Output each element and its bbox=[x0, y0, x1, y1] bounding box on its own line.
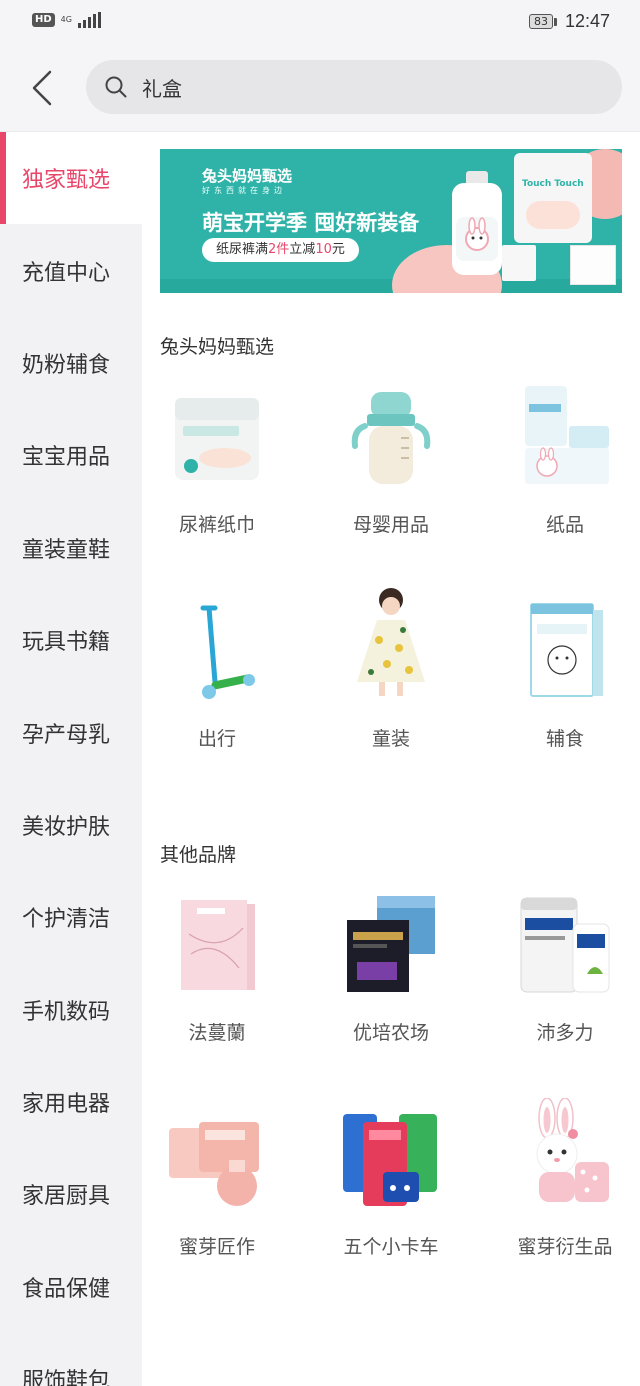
grid-item-paper[interactable]: 纸品 bbox=[490, 386, 640, 566]
clock: 12:47 bbox=[564, 11, 610, 31]
search-header: 礼盒 bbox=[0, 44, 640, 132]
chevron-left-icon bbox=[32, 70, 52, 106]
sidebar-item-toys-books[interactable]: 玩具书籍 bbox=[0, 594, 142, 686]
milk-can-icon bbox=[520, 897, 610, 993]
grid-item-travel[interactable]: 出行 bbox=[142, 600, 292, 780]
grid-item-baby-food[interactable]: 辅食 bbox=[490, 600, 640, 780]
grid-item-diapers[interactable]: 尿裤纸巾 bbox=[142, 386, 292, 566]
grid-item-label: 法蔓蘭 bbox=[188, 1022, 246, 1044]
back-button[interactable] bbox=[22, 64, 62, 112]
banner-brand: 兔头妈妈甄选 bbox=[202, 167, 293, 185]
grid-item-five-trucks[interactable]: 五个小卡车 bbox=[316, 1108, 466, 1288]
diaper-pack-icon bbox=[175, 398, 259, 480]
banner-headline: 萌宝开学季 囤好新装备 bbox=[202, 211, 420, 235]
network-type: 4G bbox=[60, 15, 72, 24]
wipes-stack-icon bbox=[343, 1114, 437, 1206]
promo-banner[interactable]: 兔头妈妈甄选 好东西就在身边 萌宝开学季 囤好新装备 纸尿裤满2件立减10元 T… bbox=[160, 149, 622, 293]
diaper-package: Touch Touch bbox=[514, 153, 592, 243]
grid-item-label: 出行 bbox=[197, 728, 236, 750]
sidebar-item-baby-goods[interactable]: 宝宝用品 bbox=[0, 409, 142, 501]
grid-item-label: 辅食 bbox=[545, 728, 584, 750]
grid-item-label: 沛多力 bbox=[536, 1022, 594, 1044]
towel-set-icon bbox=[169, 1122, 259, 1206]
hd-badge: HD bbox=[32, 13, 55, 27]
scooter-icon bbox=[200, 605, 255, 699]
status-bar: HD 4G 83 12:47 bbox=[0, 0, 640, 44]
tissue-pack-icon bbox=[525, 386, 609, 484]
grid-item-label: 尿裤纸巾 bbox=[178, 514, 255, 536]
grid-item-label: 优培农场 bbox=[352, 1022, 429, 1044]
battery-level: 83 bbox=[528, 14, 553, 29]
child-dress-icon bbox=[357, 588, 425, 696]
grid-item-miya-craft[interactable]: 蜜芽匠作 bbox=[142, 1108, 292, 1288]
section-title-other-brands: 其他品牌 bbox=[160, 844, 237, 866]
sidebar-item-appliances[interactable]: 家用电器 bbox=[0, 1056, 142, 1148]
grid-item-mother-baby[interactable]: 母婴用品 bbox=[316, 386, 466, 566]
sidebar-item-kids-wear[interactable]: 童装童鞋 bbox=[0, 502, 142, 594]
search-query: 礼盒 bbox=[142, 76, 182, 101]
supplement-box-icon bbox=[347, 896, 435, 992]
grid-item-label: 蜜芽匠作 bbox=[178, 1236, 255, 1258]
sidebar-item-formula[interactable]: 奶粉辅食 bbox=[0, 317, 142, 409]
battery-icon: 83 bbox=[528, 14, 557, 29]
search-icon bbox=[105, 76, 127, 98]
grid-item-label: 母婴用品 bbox=[352, 514, 429, 536]
category-sidebar: 独家甄选 充值中心 奶粉辅食 宝宝用品 童装童鞋 玩具书籍 孕产母乳 美妆护肤 … bbox=[0, 132, 142, 1386]
category-content: 兔头妈妈甄选 好东西就在身边 萌宝开学季 囤好新装备 纸尿裤满2件立减10元 T… bbox=[142, 132, 640, 1386]
status-left: HD 4G bbox=[32, 12, 101, 28]
sidebar-item-maternity[interactable]: 孕产母乳 bbox=[0, 686, 142, 778]
sidebar-item-beauty[interactable]: 美妆护肤 bbox=[0, 779, 142, 871]
sidebar-item-recharge[interactable]: 充值中心 bbox=[0, 224, 142, 316]
grid-item-label: 五个小卡车 bbox=[343, 1236, 439, 1258]
grid-item-miya-merch[interactable]: 蜜芽衍生品 bbox=[490, 1098, 640, 1278]
product-box-1 bbox=[502, 245, 536, 281]
grid-item-label: 纸品 bbox=[545, 514, 584, 536]
sidebar-item-digital[interactable]: 手机数码 bbox=[0, 964, 142, 1056]
baby-food-box-icon bbox=[530, 603, 603, 697]
bunny-plush-icon bbox=[536, 1098, 609, 1202]
sidebar-item-personal-care[interactable]: 个护清洁 bbox=[0, 871, 142, 963]
grid-item-peiduoli[interactable]: 沛多力 bbox=[490, 894, 640, 1074]
status-right: 83 12:47 bbox=[528, 11, 610, 32]
grid-item-label: 童装 bbox=[371, 728, 410, 750]
grid-item-kids-wear[interactable]: 童装 bbox=[316, 586, 466, 766]
sidebar-item-exclusive[interactable]: 独家甄选 bbox=[0, 132, 142, 225]
banner-subtitle: 好东西就在身边 bbox=[202, 186, 286, 195]
grid-item-label: 蜜芽衍生品 bbox=[517, 1236, 613, 1258]
product-box-2 bbox=[570, 245, 616, 285]
banner-promo: 纸尿裤满2件立减10元 bbox=[202, 238, 359, 262]
signal-icon bbox=[77, 12, 101, 28]
grid-item-youpei-farm[interactable]: 优培农场 bbox=[316, 894, 466, 1074]
detergent-bottle-icon bbox=[452, 171, 502, 275]
baby-bottle-icon bbox=[351, 392, 431, 484]
grid-item-famanlan[interactable]: 法蔓蘭 bbox=[142, 894, 292, 1074]
section-title-tutou: 兔头妈妈甄选 bbox=[160, 336, 275, 358]
sidebar-item-apparel-bags[interactable]: 服饰鞋包 bbox=[0, 1333, 142, 1386]
search-input[interactable]: 礼盒 bbox=[86, 60, 622, 114]
cosmetic-box-icon bbox=[181, 900, 255, 990]
sidebar-item-home-kitchen[interactable]: 家居厨具 bbox=[0, 1148, 142, 1240]
sidebar-item-food-health[interactable]: 食品保健 bbox=[0, 1241, 142, 1333]
